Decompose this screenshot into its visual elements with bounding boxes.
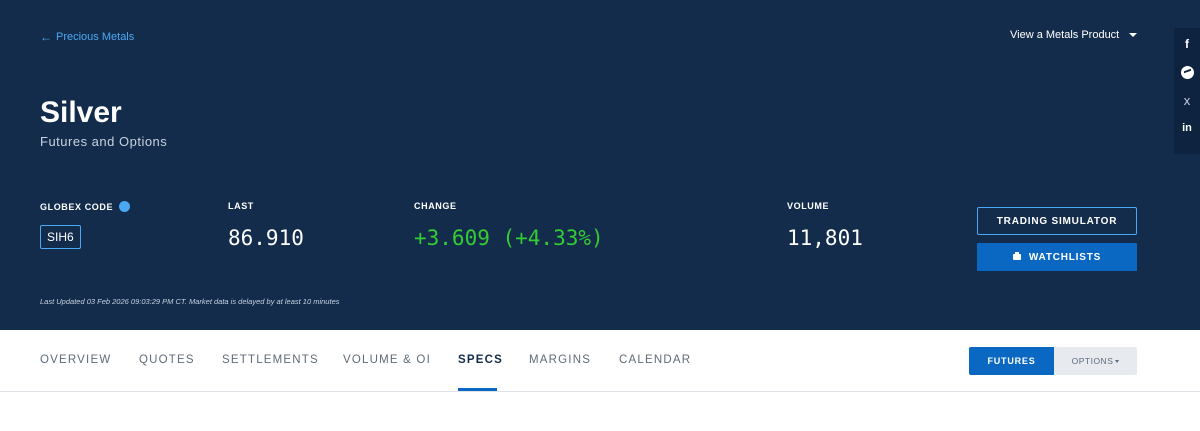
product-menu-label: View a Metals Product bbox=[1010, 29, 1120, 41]
social-share-bar: f x in bbox=[1174, 28, 1200, 154]
tab-overview[interactable]: OVERVIEW bbox=[40, 354, 111, 366]
x-icon[interactable]: x bbox=[1179, 92, 1195, 108]
volume-label: VOLUME bbox=[787, 201, 830, 211]
options-dropdown-button[interactable]: OPTIONS bbox=[1054, 347, 1137, 375]
watchlists-label: WATCHLISTS bbox=[1028, 251, 1102, 263]
tab-specs[interactable]: SPECS bbox=[458, 354, 503, 366]
linkedin-icon[interactable]: in bbox=[1179, 120, 1195, 136]
tab-volume-oi[interactable]: VOLUME & OI bbox=[343, 354, 431, 366]
facebook-icon[interactable]: f bbox=[1179, 36, 1195, 52]
last-price: 86.910 bbox=[228, 226, 304, 250]
tab-margins[interactable]: MARGINS bbox=[529, 354, 591, 366]
page-title: Silver bbox=[40, 96, 122, 129]
back-link-label: Precious Metals bbox=[56, 31, 135, 43]
chevron-down-icon bbox=[1129, 33, 1138, 37]
product-hero: ← Precious Metals View a Metals Product … bbox=[0, 0, 1200, 330]
arrow-left-icon: ← bbox=[40, 30, 52, 44]
tab-calendar[interactable]: CALENDAR bbox=[619, 354, 691, 366]
change-value: +3.609 (+4.33%) bbox=[414, 226, 604, 250]
futures-toggle-button[interactable]: FUTURES bbox=[969, 347, 1054, 375]
last-updated-note: Last Updated 03 Feb 2026 09:03:29 PM CT.… bbox=[40, 297, 340, 306]
view-metals-product-dropdown[interactable]: View a Metals Product bbox=[1010, 29, 1138, 41]
globex-code-label: GLOBEX CODE bbox=[40, 201, 131, 212]
page-subtitle: Futures and Options bbox=[40, 134, 168, 149]
last-label: LAST bbox=[228, 201, 254, 211]
active-tab-indicator bbox=[458, 388, 497, 391]
back-link-precious-metals[interactable]: ← Precious Metals bbox=[40, 30, 134, 44]
messenger-icon[interactable] bbox=[1179, 64, 1195, 80]
trading-simulator-button[interactable]: TRADING SIMULATOR bbox=[977, 207, 1137, 235]
watchlists-button[interactable]: WATCHLISTS bbox=[977, 243, 1137, 271]
change-label: CHANGE bbox=[414, 201, 457, 211]
volume-value: 11,801 bbox=[787, 226, 863, 250]
tab-settlements[interactable]: SETTLEMENTS bbox=[222, 354, 319, 366]
briefcase-icon bbox=[1012, 252, 1021, 260]
tab-quotes[interactable]: QUOTES bbox=[139, 354, 195, 366]
chevron-down-icon bbox=[1115, 359, 1120, 363]
globex-code-badge: SIH6 bbox=[40, 225, 81, 249]
info-icon[interactable] bbox=[119, 201, 131, 212]
options-label: OPTIONS bbox=[1071, 356, 1114, 366]
